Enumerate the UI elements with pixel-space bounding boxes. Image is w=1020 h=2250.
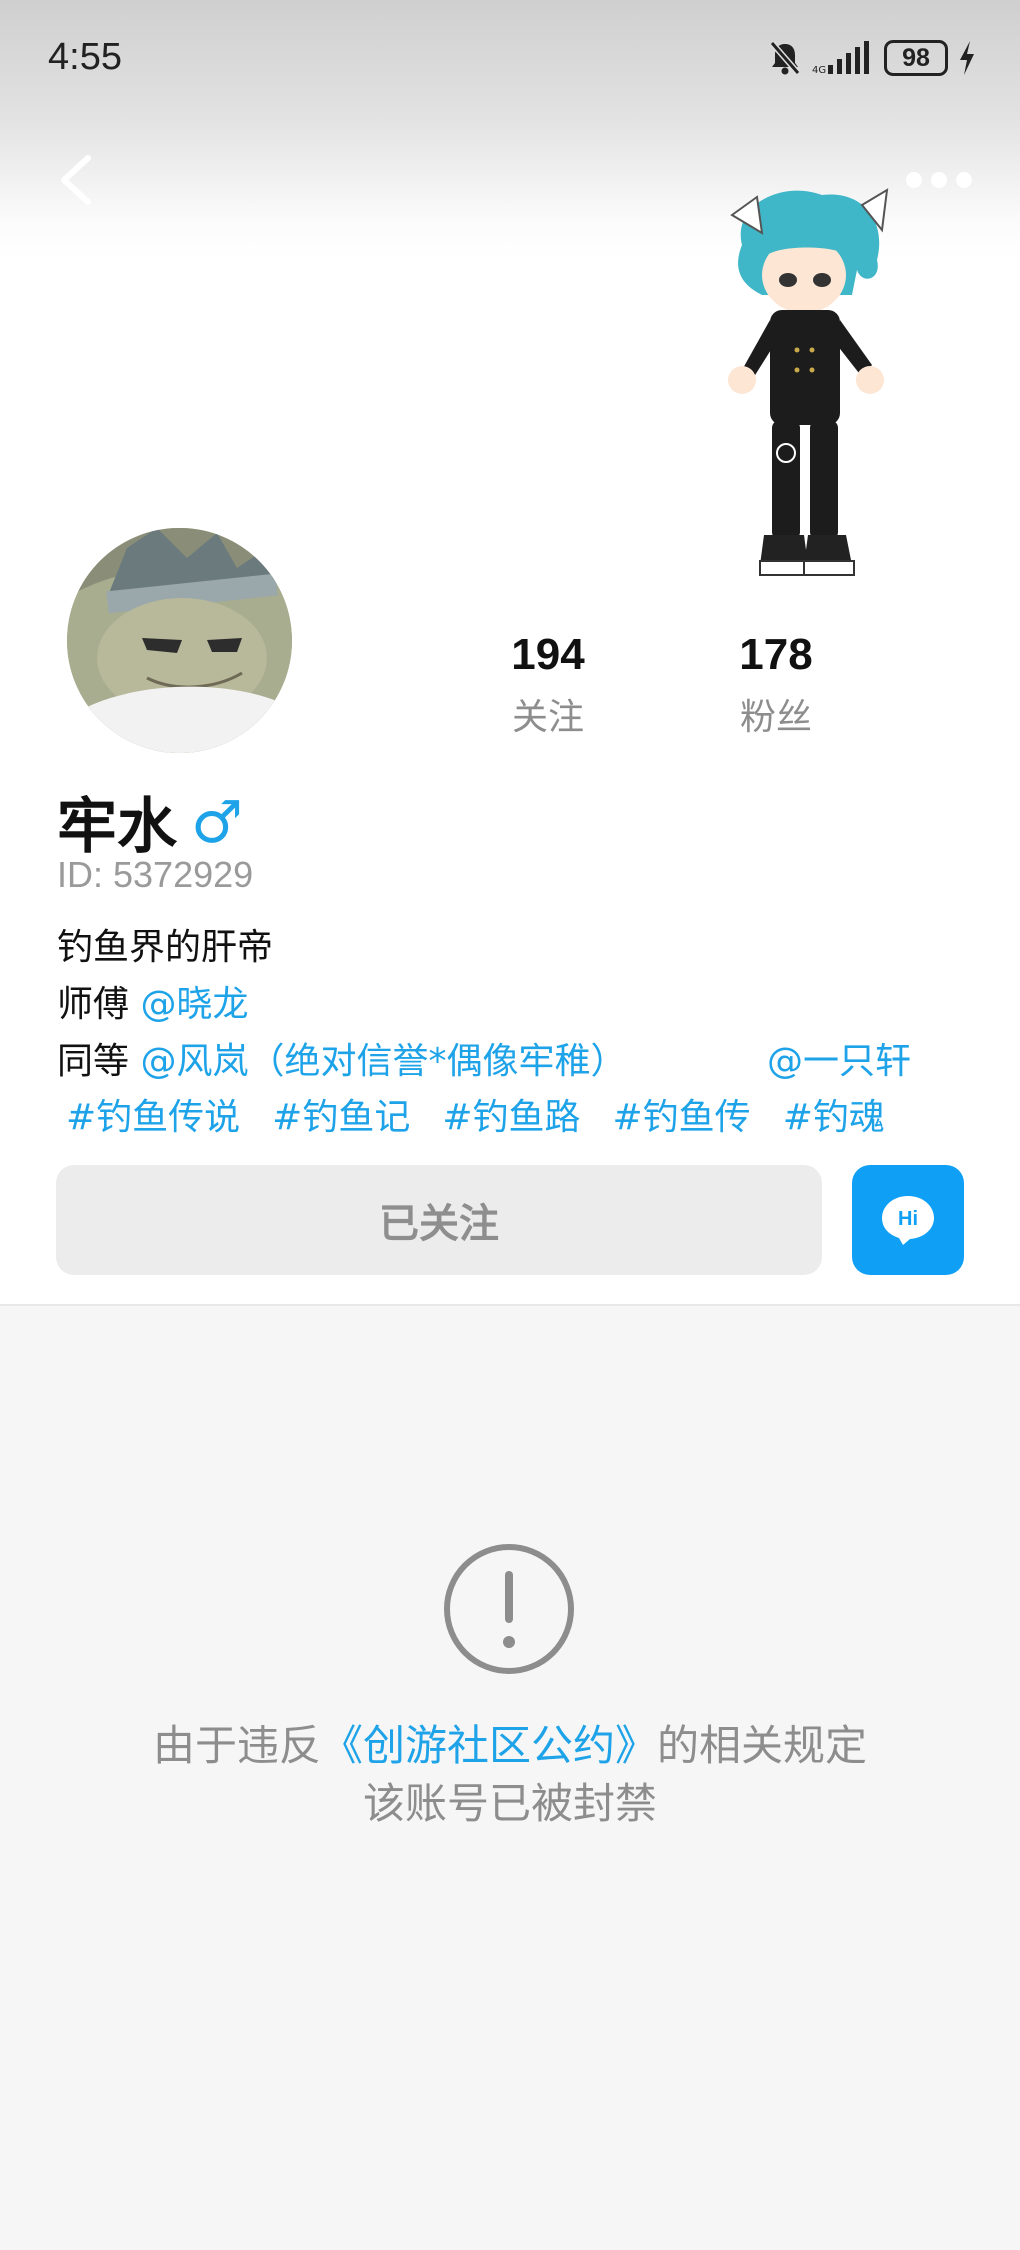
svg-text:4G: 4G [812,65,826,75]
name-row: 牢水 ♂ [57,778,243,865]
status-icons: 4G 98 [768,38,976,78]
user-name: 牢水 [57,792,177,862]
ban-notice-line-1: 由于违反《创游社区公约》的相关规定 [0,1712,1020,1773]
tag-link[interactable]: #钓鱼传说 [66,1088,240,1140]
tag-list: #钓鱼传说 #钓鱼记 #钓鱼路 #钓鱼传 #钓魂 [66,1088,917,1140]
follow-button[interactable]: 已关注 [56,1165,822,1275]
ban-text-prefix: 由于违反 [152,1721,321,1770]
bio-line-3: 同等 @风岚（绝对信誉*偶像牢稚） @一只轩 [57,1032,911,1084]
hi-label: Hi [898,1208,918,1230]
mention-link[interactable]: @一只轩 [767,1032,911,1084]
back-icon[interactable] [50,152,106,208]
hi-button[interactable]: Hi [852,1165,964,1275]
stat-following[interactable]: 194 关注 [473,630,623,740]
mention-link[interactable]: @晓龙 [140,984,248,1025]
fans-count: 178 [739,630,813,679]
more-icon[interactable] [906,170,972,190]
male-icon: ♂ [191,787,243,856]
tag-link[interactable]: #钓鱼记 [272,1088,410,1140]
tag-link[interactable]: #钓鱼路 [442,1088,580,1140]
stat-fans[interactable]: 178 粉丝 [701,630,851,740]
fans-label: 粉丝 [739,697,812,738]
divider [0,1304,1020,1306]
status-time: 4:55 [48,36,122,78]
tag-link[interactable]: #钓鱼传 [613,1088,751,1140]
signal-icon: 4G [812,41,869,75]
mention-link[interactable]: @风岚（绝对信誉*偶像牢稚） [140,1041,626,1082]
following-count: 194 [511,630,585,679]
avatar[interactable] [67,528,292,753]
user-id: ID: 5372929 [57,854,254,895]
ban-text-suffix: 的相关规定 [657,1721,868,1770]
mute-bell-icon [769,41,801,75]
community-rules-link[interactable]: 《创游社区公约》 [321,1721,657,1770]
bio-label-peer: 同等 [57,1041,141,1082]
chat-bubble-icon: Hi [882,1196,934,1245]
tag-link[interactable]: #钓魂 [783,1088,885,1140]
character-figure [728,188,889,576]
following-label: 关注 [511,697,584,738]
exclamation-icon [444,1544,574,1674]
charging-icon [960,41,974,75]
bio-line-2: 师傅 @晓龙 [57,975,248,1027]
bio-label-master: 师傅 [57,984,141,1025]
battery-icon: 98 [884,40,948,76]
ban-notice-line-2: 该账号已被封禁 [362,1779,657,1828]
bio-line-1: 钓鱼界的肝帝 [57,927,274,968]
